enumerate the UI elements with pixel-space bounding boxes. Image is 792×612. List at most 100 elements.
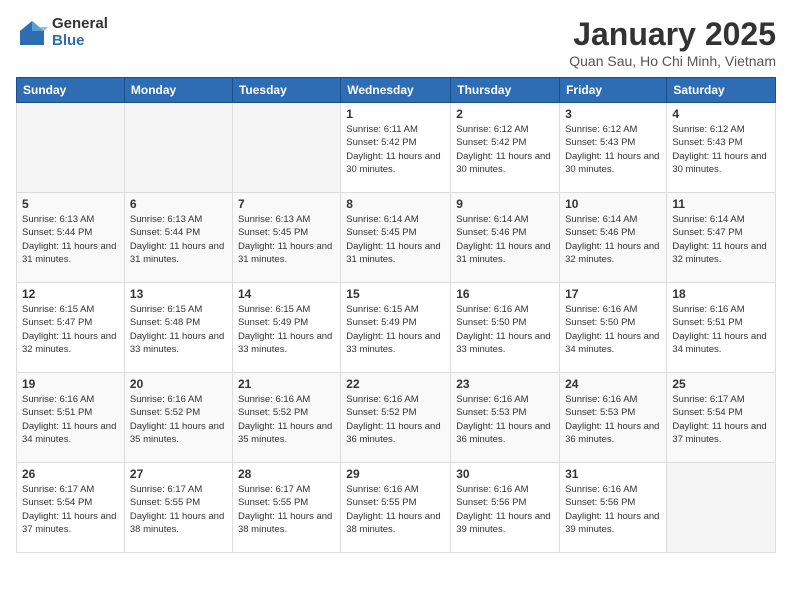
calendar-day-header: Tuesday [232, 78, 340, 103]
day-number: 8 [346, 197, 445, 211]
day-info: Sunrise: 6:16 AM Sunset: 5:51 PM Dayligh… [672, 303, 770, 356]
calendar-week-row: 12 Sunrise: 6:15 AM Sunset: 5:47 PM Dayli… [17, 283, 776, 373]
calendar-cell: 16 Sunrise: 6:16 AM Sunset: 5:50 PM Dayli… [451, 283, 560, 373]
calendar-cell [232, 103, 340, 193]
day-number: 28 [238, 467, 335, 481]
calendar-table: SundayMondayTuesdayWednesdayThursdayFrid… [16, 77, 776, 553]
calendar-week-row: 19Sunrise: 6:16 AM Sunset: 5:51 PM Dayli… [17, 373, 776, 463]
calendar-cell: 18 Sunrise: 6:16 AM Sunset: 5:51 PM Dayli… [667, 283, 776, 373]
calendar-cell: 9Sunrise: 6:14 AM Sunset: 5:46 PM Daylig… [451, 193, 560, 283]
day-info: Sunrise: 6:16 AM Sunset: 5:55 PM Dayligh… [346, 483, 445, 536]
calendar-week-row: 1Sunrise: 6:11 AM Sunset: 5:42 PM Daylig… [17, 103, 776, 193]
day-info: Sunrise: 6:14 AM Sunset: 5:46 PM Dayligh… [565, 213, 661, 266]
calendar-cell: 14Sunrise: 6:15 AM Sunset: 5:49 PM Dayli… [232, 283, 340, 373]
calendar-cell: 2 Sunrise: 6:12 AM Sunset: 5:42 PM Daylig… [451, 103, 560, 193]
calendar-cell: 11 Sunrise: 6:14 AM Sunset: 5:47 PM Dayli… [667, 193, 776, 283]
day-info: Sunrise: 6:12 AM Sunset: 5:42 PM Dayligh… [456, 123, 554, 176]
calendar-cell [667, 463, 776, 553]
day-number: 18 [672, 287, 770, 301]
calendar-cell: 17Sunrise: 6:16 AM Sunset: 5:50 PM Dayli… [560, 283, 667, 373]
day-info: Sunrise: 6:16 AM Sunset: 5:52 PM Dayligh… [130, 393, 227, 446]
calendar-cell: 27 Sunrise: 6:17 AM Sunset: 5:55 PM Dayli… [124, 463, 232, 553]
day-number: 7 [238, 197, 335, 211]
day-number: 26 [22, 467, 119, 481]
day-number: 5 [22, 197, 119, 211]
day-info: Sunrise: 6:16 AM Sunset: 5:53 PM Dayligh… [565, 393, 661, 446]
calendar-cell: 19Sunrise: 6:16 AM Sunset: 5:51 PM Dayli… [17, 373, 125, 463]
calendar-cell: 23 Sunrise: 6:16 AM Sunset: 5:53 PM Dayli… [451, 373, 560, 463]
day-info: Sunrise: 6:17 AM Sunset: 5:54 PM Dayligh… [672, 393, 770, 446]
calendar-day-header: Wednesday [341, 78, 451, 103]
day-info: Sunrise: 6:16 AM Sunset: 5:52 PM Dayligh… [346, 393, 445, 446]
day-number: 20 [130, 377, 227, 391]
day-info: Sunrise: 6:15 AM Sunset: 5:47 PM Dayligh… [22, 303, 119, 356]
calendar-day-header: Thursday [451, 78, 560, 103]
day-info: Sunrise: 6:13 AM Sunset: 5:44 PM Dayligh… [130, 213, 227, 266]
calendar-cell: 26 Sunrise: 6:17 AM Sunset: 5:54 PM Dayli… [17, 463, 125, 553]
day-number: 9 [456, 197, 554, 211]
day-info: Sunrise: 6:13 AM Sunset: 5:44 PM Dayligh… [22, 213, 119, 266]
day-number: 27 [130, 467, 227, 481]
day-number: 3 [565, 107, 661, 121]
calendar-cell [124, 103, 232, 193]
calendar-cell: 13Sunrise: 6:15 AM Sunset: 5:48 PM Dayli… [124, 283, 232, 373]
calendar-cell: 21 Sunrise: 6:16 AM Sunset: 5:52 PM Dayli… [232, 373, 340, 463]
day-info: Sunrise: 6:15 AM Sunset: 5:49 PM Dayligh… [346, 303, 445, 356]
calendar-week-row: 26 Sunrise: 6:17 AM Sunset: 5:54 PM Dayli… [17, 463, 776, 553]
day-number: 25 [672, 377, 770, 391]
calendar-cell: 24 Sunrise: 6:16 AM Sunset: 5:53 PM Dayli… [560, 373, 667, 463]
day-number: 12 [22, 287, 119, 301]
day-info: Sunrise: 6:16 AM Sunset: 5:56 PM Dayligh… [456, 483, 554, 536]
calendar-cell: 22 Sunrise: 6:16 AM Sunset: 5:52 PM Dayli… [341, 373, 451, 463]
day-number: 16 [456, 287, 554, 301]
calendar-day-header: Monday [124, 78, 232, 103]
calendar-location: Quan Sau, Ho Chi Minh, Vietnam [569, 53, 776, 69]
day-info: Sunrise: 6:13 AM Sunset: 5:45 PM Dayligh… [238, 213, 335, 266]
day-number: 22 [346, 377, 445, 391]
page-header: General Blue January 2025 Quan Sau, Ho C… [16, 16, 776, 69]
calendar-cell: 31Sunrise: 6:16 AM Sunset: 5:56 PM Dayli… [560, 463, 667, 553]
day-number: 29 [346, 467, 445, 481]
day-info: Sunrise: 6:15 AM Sunset: 5:49 PM Dayligh… [238, 303, 335, 356]
day-info: Sunrise: 6:17 AM Sunset: 5:54 PM Dayligh… [22, 483, 119, 536]
day-number: 13 [130, 287, 227, 301]
calendar-cell: 30 Sunrise: 6:16 AM Sunset: 5:56 PM Dayli… [451, 463, 560, 553]
calendar-cell: 28Sunrise: 6:17 AM Sunset: 5:55 PM Dayli… [232, 463, 340, 553]
calendar-cell: 10 Sunrise: 6:14 AM Sunset: 5:46 PM Dayli… [560, 193, 667, 283]
day-number: 31 [565, 467, 661, 481]
day-info: Sunrise: 6:14 AM Sunset: 5:45 PM Dayligh… [346, 213, 445, 266]
calendar-day-header: Sunday [17, 78, 125, 103]
calendar-day-header: Friday [560, 78, 667, 103]
day-info: Sunrise: 6:14 AM Sunset: 5:47 PM Dayligh… [672, 213, 770, 266]
day-number: 23 [456, 377, 554, 391]
logo-icon [16, 17, 48, 49]
day-number: 24 [565, 377, 661, 391]
calendar-cell: 20 Sunrise: 6:16 AM Sunset: 5:52 PM Dayli… [124, 373, 232, 463]
day-info: Sunrise: 6:12 AM Sunset: 5:43 PM Dayligh… [672, 123, 770, 176]
calendar-cell: 8 Sunrise: 6:14 AM Sunset: 5:45 PM Daylig… [341, 193, 451, 283]
day-info: Sunrise: 6:16 AM Sunset: 5:53 PM Dayligh… [456, 393, 554, 446]
day-number: 21 [238, 377, 335, 391]
day-number: 15 [346, 287, 445, 301]
calendar-cell: 6 Sunrise: 6:13 AM Sunset: 5:44 PM Daylig… [124, 193, 232, 283]
calendar-cell: 1Sunrise: 6:11 AM Sunset: 5:42 PM Daylig… [341, 103, 451, 193]
logo: General Blue [16, 16, 108, 49]
day-info: Sunrise: 6:17 AM Sunset: 5:55 PM Dayligh… [130, 483, 227, 536]
day-number: 10 [565, 197, 661, 211]
day-info: Sunrise: 6:12 AM Sunset: 5:43 PM Dayligh… [565, 123, 661, 176]
day-info: Sunrise: 6:11 AM Sunset: 5:42 PM Dayligh… [346, 123, 445, 176]
day-number: 4 [672, 107, 770, 121]
day-number: 11 [672, 197, 770, 211]
day-number: 2 [456, 107, 554, 121]
calendar-cell: 15 Sunrise: 6:15 AM Sunset: 5:49 PM Dayli… [341, 283, 451, 373]
calendar-cell [17, 103, 125, 193]
day-number: 30 [456, 467, 554, 481]
calendar-cell: 7 Sunrise: 6:13 AM Sunset: 5:45 PM Daylig… [232, 193, 340, 283]
calendar-cell: 12 Sunrise: 6:15 AM Sunset: 5:47 PM Dayli… [17, 283, 125, 373]
day-info: Sunrise: 6:16 AM Sunset: 5:52 PM Dayligh… [238, 393, 335, 446]
calendar-cell: 5 Sunrise: 6:13 AM Sunset: 5:44 PM Daylig… [17, 193, 125, 283]
day-info: Sunrise: 6:16 AM Sunset: 5:50 PM Dayligh… [456, 303, 554, 356]
day-number: 17 [565, 287, 661, 301]
calendar-header-row: SundayMondayTuesdayWednesdayThursdayFrid… [17, 78, 776, 103]
day-number: 6 [130, 197, 227, 211]
